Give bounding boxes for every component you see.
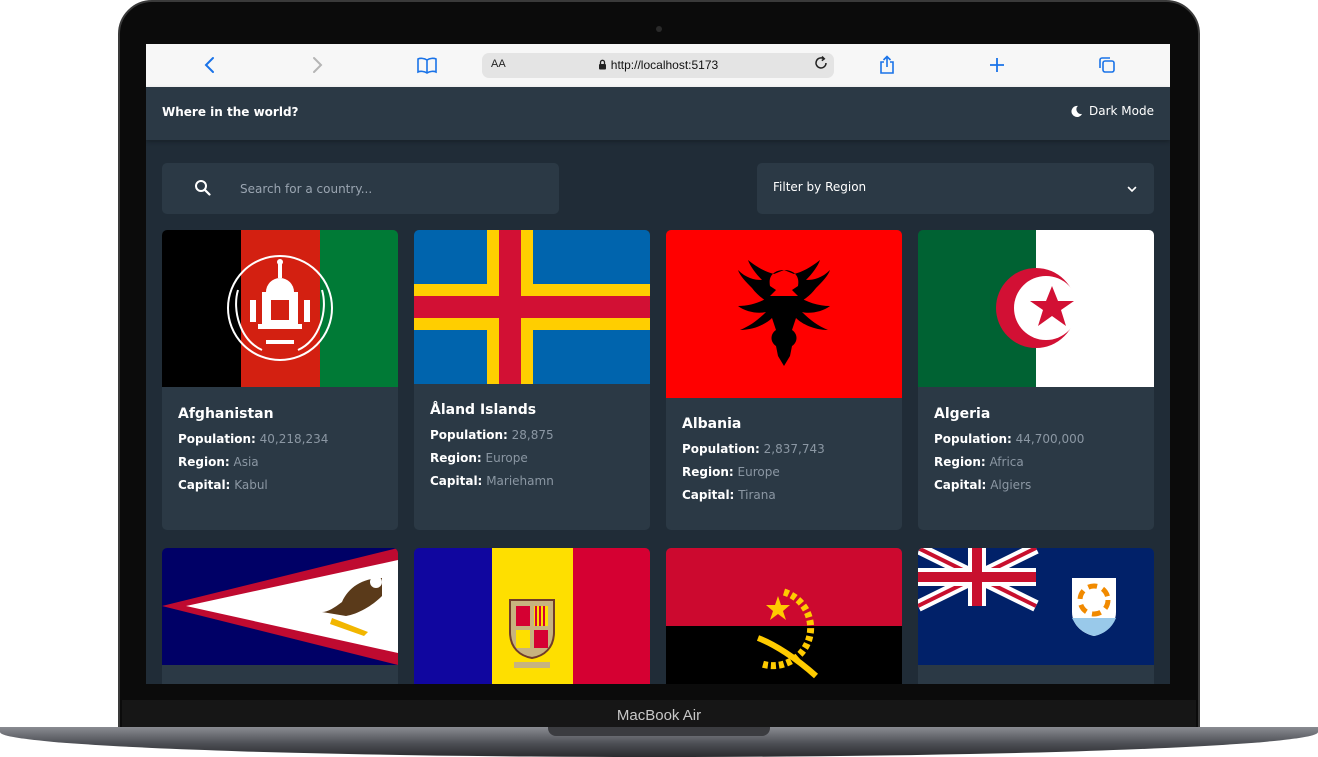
region-filter[interactable]: Filter by Region [757,163,1154,214]
new-tab-icon[interactable] [986,54,1008,76]
country-card-algeria[interactable]: Algeria Population: 44,700,000 Region: A… [918,230,1154,530]
card-body: Algeria Population: 44,700,000 Region: A… [934,406,1084,501]
flag-aland-islands [414,230,650,384]
flag-algeria [918,230,1154,387]
url-text: http://localhost:5173 [482,58,834,72]
search-input[interactable] [238,179,542,199]
capital-row: Capital: Algiers [934,478,1032,492]
chevron-down-icon [1126,180,1138,199]
country-card-aland-islands[interactable]: Åland Islands Population: 28,875 Region:… [414,230,650,530]
country-name: Albania [682,416,742,432]
country-name: Åland Islands [430,402,537,418]
capital-row: Capital: Tirana [682,488,776,502]
country-name: Afghanistan [178,406,274,422]
population-row: Population: 40,218,234 [178,432,329,446]
back-icon[interactable] [198,54,220,76]
camera-icon [656,26,662,32]
flag-angola [666,548,902,684]
reload-icon[interactable] [813,55,829,75]
app-title: Where in the world? [162,105,299,119]
country-card-angola[interactable] [666,548,902,684]
population-row: Population: 2,837,743 [682,442,825,456]
lock-icon [598,59,606,70]
flag-albania [666,230,902,398]
capital-row: Capital: Kabul [178,478,268,492]
capital-row: Capital: Mariehamn [430,474,554,488]
browser-toolbar: AA http://localhost:5173 [146,44,1170,88]
country-card-american-samoa[interactable] [162,548,398,684]
region-row: Region: Africa [934,455,1024,469]
country-card-afghanistan[interactable]: Afghanistan Population: 40,218,234 Regio… [162,230,398,530]
forward-icon[interactable] [307,54,329,76]
population-row: Population: 28,875 [430,428,554,442]
bookmarks-icon[interactable] [416,54,438,76]
dark-mode-label: Dark Mode [1089,104,1154,118]
country-card-anguilla[interactable] [918,548,1154,684]
tabs-icon[interactable] [1096,54,1118,76]
search-icon [194,179,211,200]
country-card-albania[interactable]: Albania Population: 2,837,743 Region: Eu… [666,230,902,530]
flag-andorra [414,548,650,684]
card-body: Åland Islands Population: 28,875 Region:… [430,402,554,497]
country-card-andorra[interactable] [414,548,650,684]
country-name: Algeria [934,406,991,422]
screen: AA http://localhost:5173 Where in the wo… [146,44,1170,684]
region-row: Region: Europe [430,451,528,465]
population-row: Population: 44,700,000 [934,432,1085,446]
flag-american-samoa [162,548,398,665]
moon-icon [1071,105,1083,117]
address-bar[interactable]: AA http://localhost:5173 [482,53,834,78]
filter-label: Filter by Region [773,180,867,194]
dark-mode-toggle[interactable]: Dark Mode [1070,104,1154,118]
region-row: Region: Europe [682,465,780,479]
region-row: Region: Asia [178,455,259,469]
app-header: Where in the world? Dark Mode [146,87,1170,140]
url-value: http://localhost:5173 [610,58,719,72]
card-body: Albania Population: 2,837,743 Region: Eu… [682,416,825,511]
share-icon[interactable] [876,54,898,76]
flag-afghanistan [162,230,398,387]
device-label: MacBook Air [616,707,702,724]
card-body: Afghanistan Population: 40,218,234 Regio… [178,406,328,501]
laptop-notch [548,727,770,736]
flag-anguilla [918,548,1154,665]
search-box [162,163,559,214]
